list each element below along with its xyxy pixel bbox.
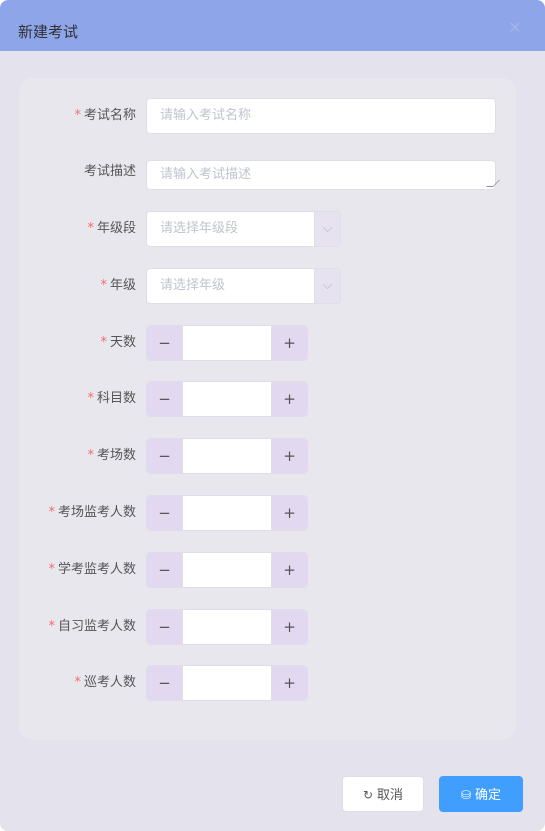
study-proctors-stepper: − +: [146, 609, 308, 645]
dialog-header: 新建考试 ✕: [0, 0, 545, 51]
decrement-button[interactable]: −: [147, 666, 183, 700]
stepper-row-student-proctors: * 学考监考人数 − +: [19, 552, 516, 588]
room-proctors-stepper: − +: [146, 495, 308, 531]
increment-button[interactable]: +: [271, 326, 307, 360]
grade-select[interactable]: 请选择年级 ⌵: [146, 268, 341, 304]
stepper-row-room-proctors: * 考场监考人数 − +: [19, 495, 516, 531]
chevron-down-icon[interactable]: ⌵: [314, 212, 340, 246]
room-proctors-label: * 考场监考人数: [48, 505, 136, 520]
grade-segment-select[interactable]: 请选择年级段 ⌵: [146, 211, 341, 247]
rooms-input[interactable]: [183, 439, 271, 473]
patrol-stepper: − +: [146, 665, 308, 701]
days-input[interactable]: [183, 326, 271, 360]
stepper-row-study-proctors: * 自习监考人数 − +: [19, 609, 516, 645]
new-exam-dialog: 新建考试 ✕ * 考试名称 请输入考试名称 考试描述 请输入考试描述 * 年级段 请…: [0, 0, 545, 831]
cancel-button[interactable]: ↻ 取消: [342, 776, 424, 812]
increment-button[interactable]: +: [271, 610, 307, 644]
increment-button[interactable]: +: [271, 382, 307, 416]
exam-name-label: * 考试名称: [74, 108, 136, 123]
decrement-button[interactable]: −: [147, 439, 183, 473]
decrement-button[interactable]: −: [147, 496, 183, 530]
room-proctors-input[interactable]: [183, 496, 271, 530]
student-proctors-input[interactable]: [183, 553, 271, 587]
grade-segment-label: * 年级段: [87, 221, 136, 236]
subjects-label: * 科目数: [87, 391, 136, 406]
resize-handle[interactable]: [486, 180, 500, 187]
patrol-label: * 巡考人数: [74, 675, 136, 690]
rooms-stepper: − +: [146, 438, 308, 474]
decrement-button[interactable]: −: [147, 382, 183, 416]
exam-name-input[interactable]: 请输入考试名称: [146, 98, 496, 134]
increment-button[interactable]: +: [271, 496, 307, 530]
exam-form: * 考试名称 请输入考试名称 考试描述 请输入考试描述 * 年级段 请选择年级段 ⌵…: [19, 78, 516, 740]
study-proctors-label: * 自习监考人数: [48, 619, 136, 634]
confirm-button[interactable]: ⛁ 确定: [439, 776, 523, 812]
patrol-input[interactable]: [183, 666, 271, 700]
exam-desc-label: 考试描述: [83, 164, 136, 179]
grade-label: * 年级: [100, 278, 136, 293]
subjects-input[interactable]: [183, 382, 271, 416]
decrement-button[interactable]: −: [147, 326, 183, 360]
increment-button[interactable]: +: [271, 553, 307, 587]
increment-button[interactable]: +: [271, 439, 307, 473]
decrement-button[interactable]: −: [147, 553, 183, 587]
stepper-row-patrol: * 巡考人数 − +: [19, 665, 516, 701]
stepper-row-rooms: * 考场数 − +: [19, 438, 516, 474]
exam-desc-textarea[interactable]: 请输入考试描述: [146, 160, 500, 190]
chevron-down-icon[interactable]: ⌵: [314, 269, 340, 303]
student-proctors-label: * 学考监考人数: [48, 562, 136, 577]
days-label: * 天数: [100, 335, 136, 350]
grade-row: * 年级 请选择年级 ⌵: [19, 268, 516, 304]
required-mark: *: [74, 108, 81, 123]
exam-name-row: * 考试名称 请输入考试名称: [19, 98, 516, 134]
dialog-title: 新建考试: [18, 23, 79, 41]
rooms-label: * 考场数: [87, 448, 136, 463]
stepper-row-days: * 天数 − +: [19, 325, 516, 361]
study-proctors-input[interactable]: [183, 610, 271, 644]
subjects-stepper: − +: [146, 381, 308, 417]
increment-button[interactable]: +: [271, 666, 307, 700]
grade-segment-row: * 年级段 请选择年级段 ⌵: [19, 211, 516, 247]
refresh-icon: ↻: [362, 788, 374, 802]
database-icon: ⛁: [460, 788, 472, 802]
days-stepper: − +: [146, 325, 308, 361]
stepper-row-subjects: * 科目数 − +: [19, 381, 516, 417]
decrement-button[interactable]: −: [147, 610, 183, 644]
close-icon[interactable]: ✕: [507, 20, 523, 36]
exam-desc-row: 考试描述 请输入考试描述: [19, 158, 516, 194]
student-proctors-stepper: − +: [146, 552, 308, 588]
